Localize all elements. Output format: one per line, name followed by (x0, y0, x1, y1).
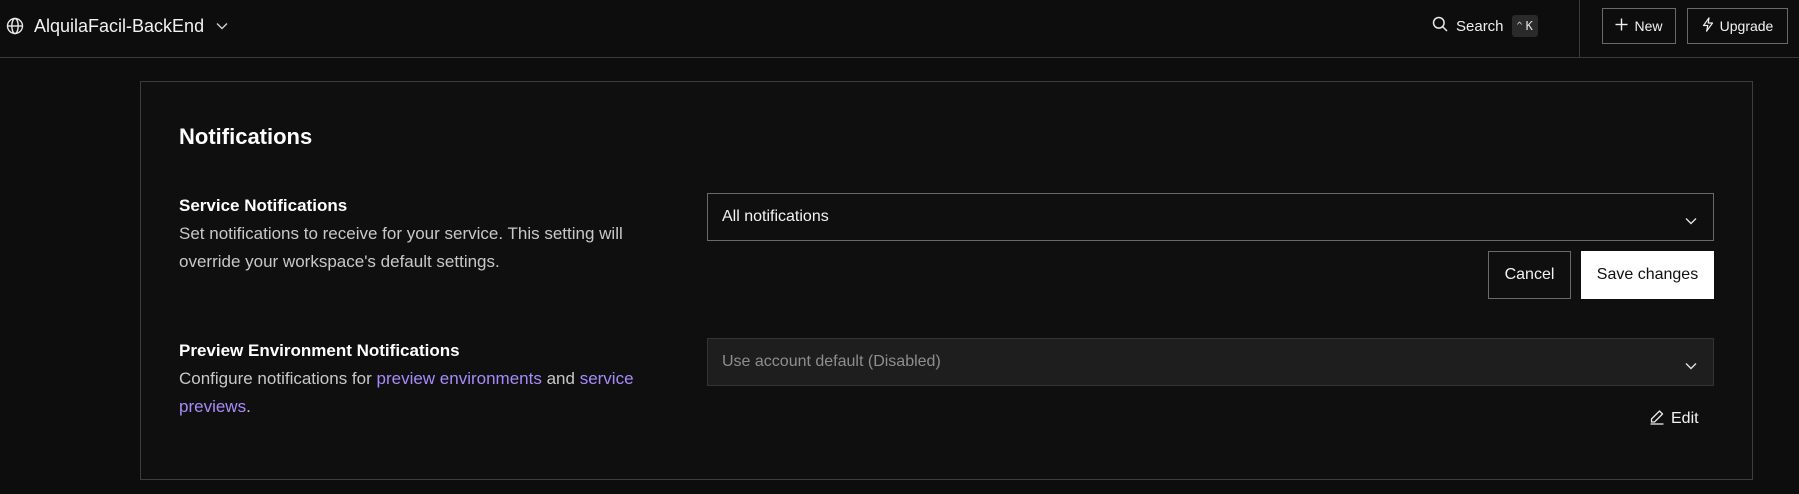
preview-notifications-select: Use account default (Disabled) (707, 338, 1714, 386)
project-name: AlquilaFacil-BackEnd (34, 15, 205, 36)
control-key-icon: ^ (1516, 20, 1523, 32)
pencil-icon (1649, 409, 1671, 430)
plus-icon (1615, 18, 1634, 34)
service-notifications-value: All notifications (722, 208, 829, 225)
header-divider (1579, 0, 1580, 58)
search-icon (1432, 16, 1448, 37)
search-shortcut: ^ K (1511, 15, 1538, 37)
chevron-down-icon (1685, 212, 1697, 230)
preview-description-and: and (541, 369, 575, 388)
new-button-label: New (1634, 18, 1663, 34)
preview-notifications-title: Preview Environment Notifications (179, 341, 460, 360)
service-notifications-select[interactable]: All notifications (707, 193, 1714, 241)
save-changes-button[interactable]: Save changes (1581, 251, 1714, 299)
search-label: Search (1456, 17, 1504, 35)
upgrade-button-label: Upgrade (1719, 18, 1774, 34)
new-button[interactable]: New (1602, 8, 1676, 44)
notifications-panel: Notifications Service Notifications Set … (140, 81, 1753, 480)
globe-icon (6, 17, 24, 35)
preview-description-prefix: Configure notifications for (179, 369, 377, 388)
upgrade-button[interactable]: Upgrade (1687, 8, 1788, 44)
edit-button[interactable]: Edit (1649, 406, 1699, 432)
cancel-button[interactable]: Cancel (1488, 251, 1571, 299)
top-bar: AlquilaFacil-BackEnd Search ^ K New Upgr… (0, 0, 1799, 58)
preview-notifications-description: Configure notifications for preview envi… (179, 365, 649, 421)
preview-description-suffix: . (246, 397, 251, 416)
service-notifications-description: Set notifications to receive for your se… (179, 224, 623, 271)
preview-environments-link[interactable]: preview environments (377, 369, 542, 388)
chevron-down-icon (1685, 357, 1697, 375)
project-switcher[interactable]: AlquilaFacil-BackEnd (6, 12, 228, 40)
chevron-down-icon (216, 22, 228, 30)
bolt-icon (1702, 17, 1720, 35)
service-notifications-title: Service Notifications (179, 196, 348, 215)
preview-notifications-value: Use account default (Disabled) (722, 353, 941, 370)
search-button[interactable]: Search ^ K (1432, 13, 1538, 39)
shortcut-key: K (1525, 19, 1533, 33)
edit-label: Edit (1671, 410, 1699, 427)
notifications-title: Notifications (179, 124, 313, 149)
